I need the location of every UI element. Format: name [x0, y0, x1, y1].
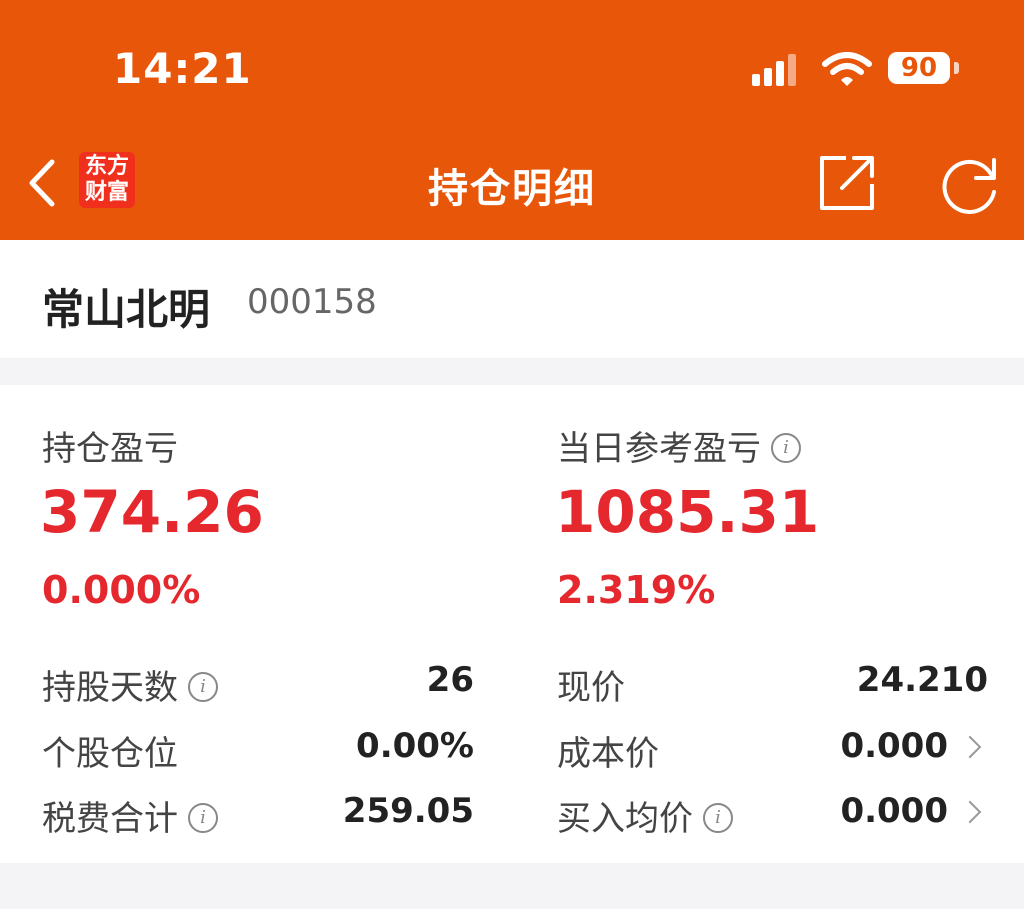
avg-buy-price-label-group[interactable]: 买入均价 i	[557, 791, 733, 840]
current-price-value: 24.210	[856, 660, 988, 700]
cellular-signal-icon	[752, 52, 796, 86]
cost-price-value[interactable]: 0.000	[840, 726, 948, 766]
position-ratio-value: 0.00%	[356, 726, 474, 766]
stock-name: 常山北明	[42, 285, 211, 334]
daily-pl-label-group: 当日参考盈亏 i	[557, 421, 801, 470]
current-price-label: 现价	[557, 668, 625, 708]
cost-price-label[interactable]: 成本价	[557, 726, 659, 775]
holding-days-label-group: 持股天数 i	[42, 660, 218, 709]
battery-icon: 90	[888, 52, 950, 84]
daily-pl-value: 1085.31	[555, 478, 820, 546]
info-icon[interactable]: i	[188, 671, 218, 702]
avg-buy-price-label: 买入均价	[557, 799, 693, 839]
daily-pl-percent: 2.319%	[557, 568, 716, 612]
daily-pl-label: 当日参考盈亏	[557, 429, 761, 469]
holding-days-value: 26	[426, 660, 474, 700]
holding-days-label: 持股天数	[42, 668, 178, 708]
holding-pl-value: 374.26	[40, 478, 264, 546]
info-icon[interactable]: i	[703, 802, 733, 833]
status-time: 14:21	[113, 44, 252, 93]
stock-code: 000158	[247, 282, 377, 322]
total-fees-value: 259.05	[342, 791, 474, 831]
refresh-button[interactable]	[938, 152, 1002, 216]
app-header: 14:21 90 东方 财富 持仓明细	[0, 0, 1024, 240]
holding-pl-label: 持仓盈亏	[42, 429, 178, 469]
share-button[interactable]	[816, 152, 878, 214]
wifi-icon	[822, 52, 872, 86]
avg-buy-price-value[interactable]: 0.000	[840, 791, 948, 831]
battery-tip	[954, 62, 959, 74]
info-icon[interactable]: i	[771, 432, 801, 463]
holding-pl-percent: 0.000%	[42, 568, 201, 612]
total-fees-label-group: 税费合计 i	[42, 791, 218, 840]
info-icon[interactable]: i	[188, 802, 218, 833]
position-ratio-label: 个股仓位	[42, 734, 178, 774]
total-fees-label: 税费合计	[42, 799, 178, 839]
